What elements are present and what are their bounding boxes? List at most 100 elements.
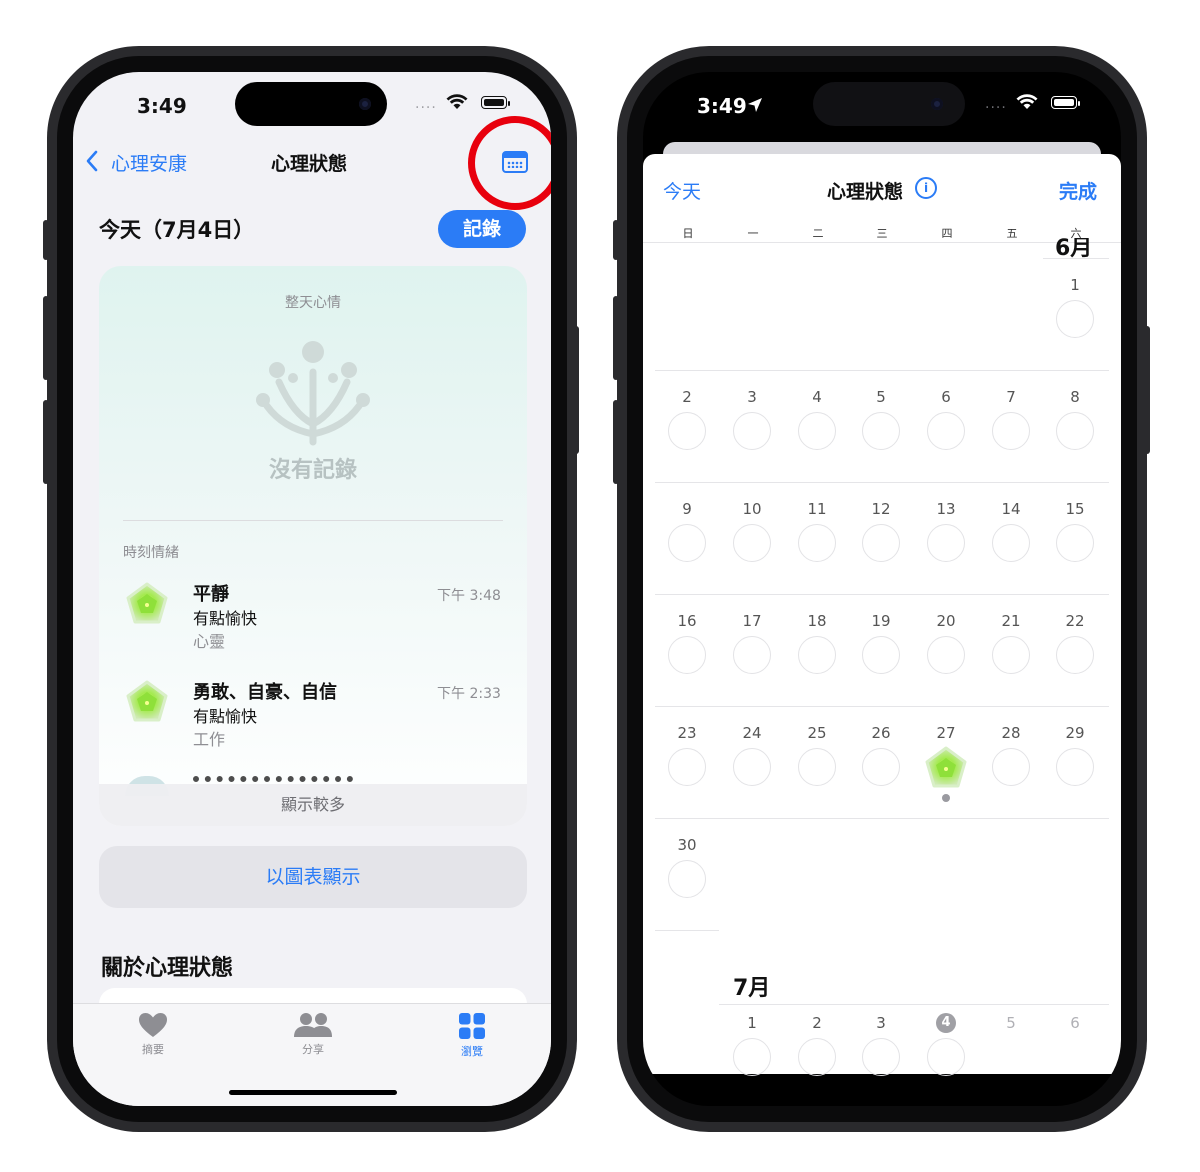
today-button[interactable]: 今天 — [663, 177, 701, 204]
done-button[interactable]: 完成 — [1059, 177, 1097, 204]
status-time: 3:49 — [697, 94, 747, 118]
day-ring[interactable] — [862, 412, 900, 450]
day-ring[interactable] — [733, 1038, 771, 1076]
log-button[interactable]: 記錄 — [438, 210, 526, 248]
show-more-button[interactable]: 顯示較多 — [99, 784, 527, 826]
home-indicator — [229, 1090, 397, 1095]
day-ring[interactable] — [1056, 300, 1094, 338]
right-phone-frame: 3:49 .... 今天 心理狀態 i 完成 日 一 二 三 四 五 六 6月 … — [617, 46, 1147, 1132]
day-number: 17 — [742, 612, 762, 630]
day-ring[interactable] — [668, 524, 706, 562]
mood-pentagon-icon — [126, 680, 168, 722]
sheet-title: 心理狀態 — [827, 181, 904, 203]
day-number: 30 — [677, 836, 697, 854]
header-divider — [643, 242, 1121, 243]
day-ring[interactable] — [1056, 524, 1094, 562]
day-ring[interactable] — [798, 524, 836, 562]
day-ring[interactable] — [1056, 636, 1094, 674]
chart-view-button[interactable]: 以圖表顯示 — [99, 846, 527, 908]
day-number: 19 — [871, 612, 891, 630]
day-number: 6 — [941, 388, 951, 406]
left-phone-frame: 3:49 .... 心理安康 心理狀態 今天（7月4日） 記錄 整天心情 沒有記… — [47, 46, 577, 1132]
day-ring[interactable] — [862, 636, 900, 674]
day-ring[interactable] — [927, 1038, 965, 1076]
day-ring[interactable] — [1056, 748, 1094, 786]
day-number: 11 — [807, 500, 827, 518]
day-number: 2 — [682, 388, 692, 406]
day-ring[interactable] — [668, 860, 706, 898]
signal-dots: .... — [415, 96, 437, 112]
weekday-thu: 四 — [941, 227, 953, 240]
day-number: 27 — [936, 724, 956, 742]
day-number: 8 — [1070, 388, 1080, 406]
chevron-left-icon[interactable] — [85, 150, 99, 172]
day-ring[interactable] — [733, 412, 771, 450]
day-ring[interactable] — [733, 748, 771, 786]
day-ring[interactable] — [798, 748, 836, 786]
entry-title: 平靜 — [193, 584, 229, 605]
day-number: 10 — [742, 500, 762, 518]
week-divider — [655, 370, 1109, 371]
day-number: 1 — [1070, 276, 1080, 294]
week-divider — [655, 482, 1109, 483]
day-ring[interactable] — [992, 636, 1030, 674]
dynamic-island — [813, 82, 965, 126]
home-indicator — [797, 1090, 967, 1095]
day-number: 3 — [876, 1014, 886, 1032]
day-ring[interactable] — [992, 412, 1030, 450]
day-ring[interactable] — [668, 636, 706, 674]
day-ring[interactable] — [733, 524, 771, 562]
day-number: 24 — [742, 724, 762, 742]
day-number: 25 — [807, 724, 827, 742]
weekday-sun: 日 — [682, 227, 694, 240]
day-number: 26 — [871, 724, 891, 742]
day-ring[interactable] — [992, 748, 1030, 786]
day-number: 14 — [1001, 500, 1021, 518]
week-divider — [655, 818, 1109, 819]
tab-browse[interactable]: 瀏覽 — [432, 1012, 512, 1059]
day-ring[interactable] — [733, 636, 771, 674]
day-ring[interactable] — [927, 412, 965, 450]
weekday-wed: 三 — [876, 227, 888, 240]
wifi-icon — [446, 94, 468, 109]
status-time: 3:49 — [137, 94, 187, 118]
day-number: 15 — [1065, 500, 1085, 518]
today-title: 今天（7月4日） — [99, 218, 255, 242]
day-number: 5 — [1006, 1014, 1016, 1032]
day-ring[interactable] — [862, 1038, 900, 1076]
day-ring[interactable] — [927, 524, 965, 562]
day-ring[interactable] — [1056, 412, 1094, 450]
day-number: 2 — [812, 1014, 822, 1032]
entry-dot — [942, 794, 950, 802]
tab-label: 摘要 — [142, 1043, 164, 1056]
day-ring[interactable] — [862, 524, 900, 562]
week-divider — [655, 706, 1109, 707]
day-ring[interactable] — [798, 412, 836, 450]
mood-pentagon-icon[interactable] — [924, 746, 968, 790]
day-number: 3 — [747, 388, 757, 406]
tab-label: 分享 — [302, 1043, 324, 1056]
tab-sharing[interactable]: 分享 — [273, 1012, 353, 1057]
people-icon — [294, 1013, 332, 1037]
weekday-mon: 一 — [747, 227, 759, 240]
camera-icon — [931, 98, 943, 110]
entry-time: 下午 3:48 — [437, 588, 501, 604]
mood-pentagon-icon — [126, 582, 168, 624]
day-ring[interactable] — [798, 636, 836, 674]
highlight-ring — [468, 116, 551, 210]
day-ring[interactable] — [668, 748, 706, 786]
signal-dots: .... — [985, 96, 1007, 112]
day-ring[interactable] — [798, 1038, 836, 1076]
info-icon[interactable]: i — [915, 177, 937, 199]
grid-icon — [459, 1013, 485, 1039]
moments-label: 時刻情緒 — [123, 545, 179, 561]
back-button[interactable]: 心理安康 — [111, 149, 187, 176]
day-ring[interactable] — [862, 748, 900, 786]
day-number: 7 — [1006, 388, 1016, 406]
week-divider — [719, 1004, 1109, 1005]
tab-summary[interactable]: 摘要 — [113, 1012, 193, 1057]
day-ring[interactable] — [668, 412, 706, 450]
left-screen: 3:49 .... 心理安康 心理狀態 今天（7月4日） 記錄 整天心情 沒有記… — [73, 72, 551, 1106]
day-ring[interactable] — [927, 636, 965, 674]
day-ring[interactable] — [992, 524, 1030, 562]
